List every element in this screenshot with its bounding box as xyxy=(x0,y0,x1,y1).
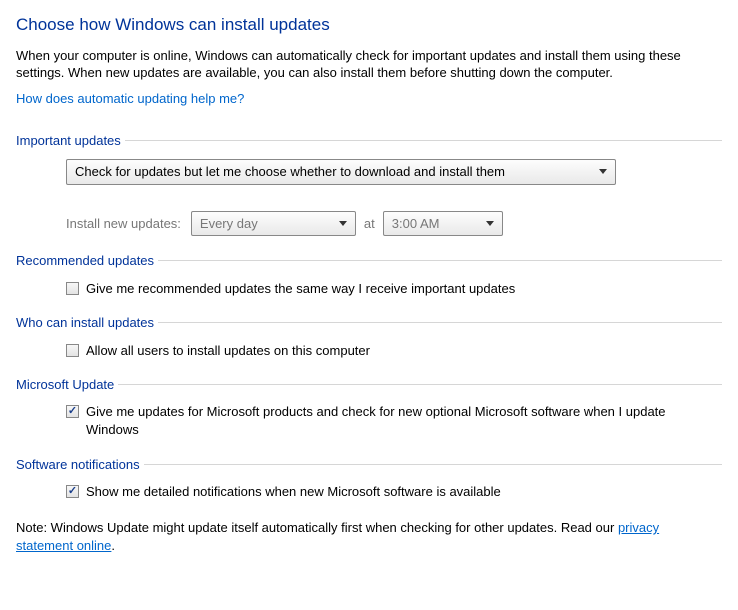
update-mode-dropdown[interactable]: Check for updates but let me choose whet… xyxy=(66,159,616,185)
footer-note: Note: Windows Update might update itself… xyxy=(16,519,716,554)
section-microsoft-update: Microsoft Update Give me updates for Mic… xyxy=(16,376,722,440)
schedule-time-value: 3:00 AM xyxy=(392,215,440,233)
chevron-down-icon xyxy=(486,221,494,226)
section-who-can-install: Who can install updates Allow all users … xyxy=(16,314,722,360)
schedule-label: Install new updates: xyxy=(66,215,181,233)
section-recommended-updates: Recommended updates Give me recommended … xyxy=(16,252,722,298)
chevron-down-icon xyxy=(599,169,607,174)
section-header-who: Who can install updates xyxy=(16,314,722,332)
help-link[interactable]: How does automatic updating help me? xyxy=(16,90,244,108)
recommended-updates-label: Give me recommended updates the same way… xyxy=(86,280,515,298)
notifications-checkbox[interactable] xyxy=(66,485,79,498)
section-header-microsoft: Microsoft Update xyxy=(16,376,722,394)
section-header-notifications: Software notifications xyxy=(16,456,722,474)
section-important-updates: Important updates Check for updates but … xyxy=(16,132,722,237)
allow-all-users-label: Allow all users to install updates on th… xyxy=(86,342,370,360)
schedule-frequency-dropdown[interactable]: Every day xyxy=(191,211,356,237)
recommended-updates-checkbox[interactable] xyxy=(66,282,79,295)
footer-note-suffix: . xyxy=(111,538,115,553)
schedule-time-dropdown[interactable]: 3:00 AM xyxy=(383,211,503,237)
page-title: Choose how Windows can install updates xyxy=(16,14,722,37)
section-header-recommended: Recommended updates xyxy=(16,252,722,270)
schedule-at-label: at xyxy=(364,215,375,233)
section-software-notifications: Software notifications Show me detailed … xyxy=(16,456,722,502)
microsoft-update-label: Give me updates for Microsoft products a… xyxy=(86,403,696,439)
allow-all-users-checkbox[interactable] xyxy=(66,344,79,357)
notifications-label: Show me detailed notifications when new … xyxy=(86,483,501,501)
section-header-important: Important updates xyxy=(16,132,722,150)
chevron-down-icon xyxy=(339,221,347,226)
schedule-frequency-value: Every day xyxy=(200,215,258,233)
schedule-row: Install new updates: Every day at 3:00 A… xyxy=(66,211,722,237)
page-description: When your computer is online, Windows ca… xyxy=(16,47,716,82)
microsoft-update-checkbox[interactable] xyxy=(66,405,79,418)
update-mode-value: Check for updates but let me choose whet… xyxy=(75,163,505,181)
footer-note-prefix: Note: Windows Update might update itself… xyxy=(16,520,618,535)
